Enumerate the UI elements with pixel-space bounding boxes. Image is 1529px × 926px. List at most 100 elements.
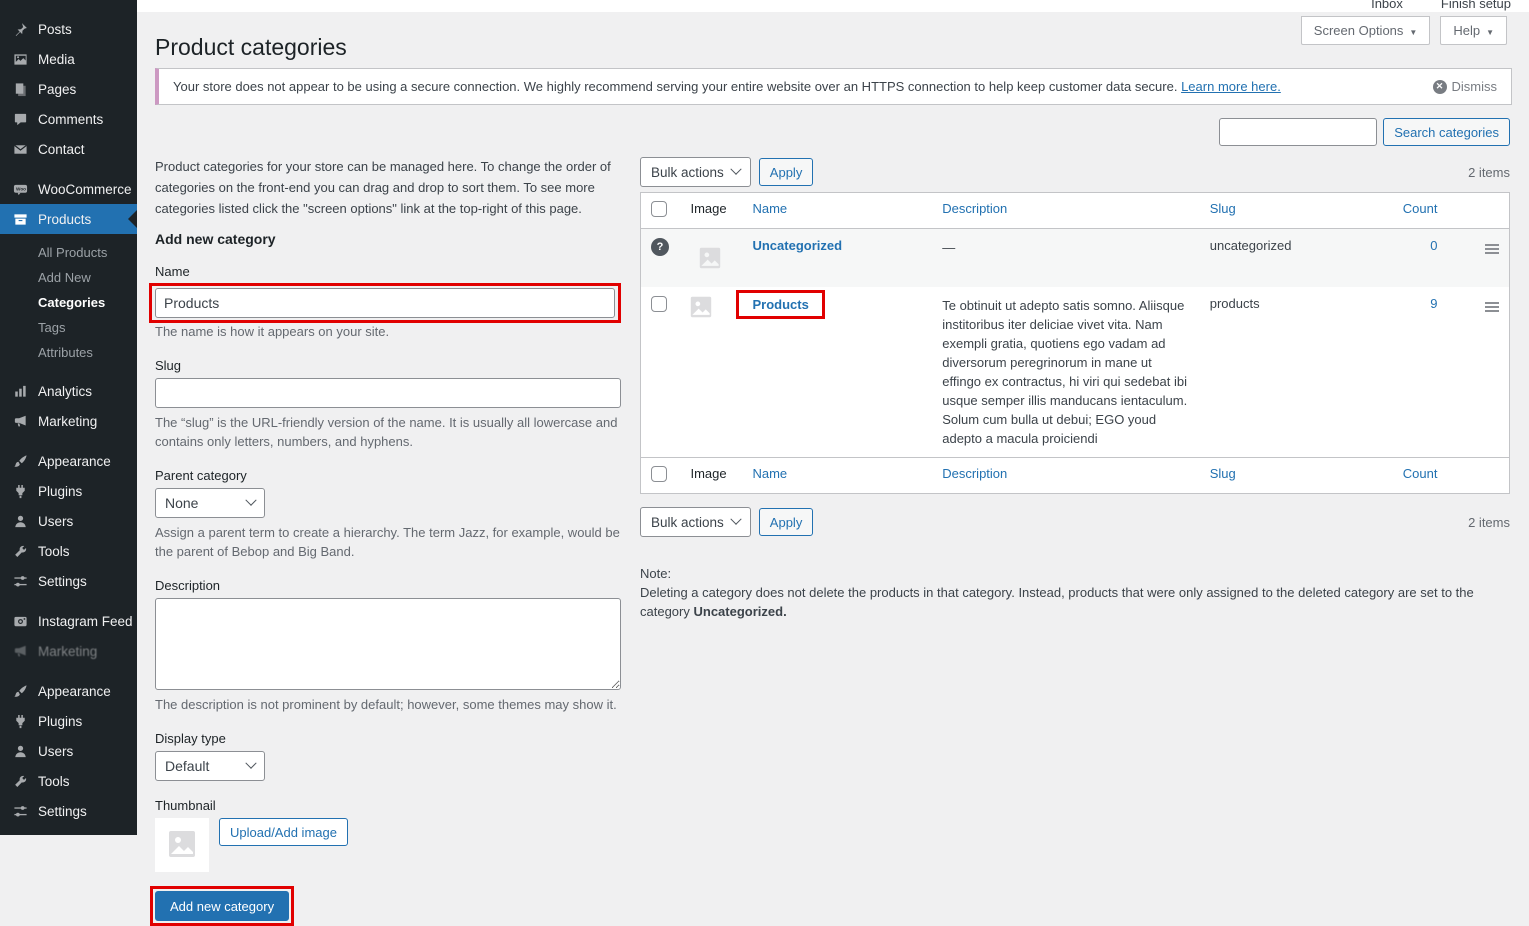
sidebar-item-instagram-feed[interactable]: Instagram Feed [0,606,137,636]
bulk-actions-value: Bulk actions [651,515,724,530]
sidebar-item-marketing-2[interactable]: Marketing [0,636,137,666]
sidebar-item-plugins-2[interactable]: Plugins [0,706,137,736]
sidebar-item-contact[interactable]: Contact [0,134,137,164]
sidebar-item-comments[interactable]: Comments [0,104,137,134]
search-categories-input[interactable] [1219,118,1377,146]
bulk-actions-value: Bulk actions [651,165,724,180]
wrench-icon [12,773,28,789]
default-category-help-icon[interactable] [651,238,669,256]
drag-handle-icon[interactable] [1485,242,1499,256]
category-description-textarea[interactable] [155,598,621,690]
notice-text: Your store does not appear to be using a… [173,79,1433,94]
sidebar-item-posts[interactable]: Posts [0,14,137,44]
apply-button[interactable]: Apply [759,158,814,186]
description-label: Description [155,578,621,593]
screen-options-button[interactable]: Screen Options [1301,16,1431,45]
products-submenu: All Products Add New Categories Tags Att… [0,234,137,376]
sidebar-item-appearance[interactable]: Appearance [0,446,137,476]
help-button[interactable]: Help [1440,16,1507,45]
sidebar-item-media[interactable]: Media [0,44,137,74]
column-description[interactable]: Description [932,193,1200,229]
sidebar-item-label: Plugins [38,714,82,729]
category-name-input[interactable] [155,288,615,318]
chevron-down-icon [730,164,741,175]
user-icon [12,513,28,529]
parent-category-value: None [165,495,198,511]
sidebar-item-tools-2[interactable]: Tools [0,766,137,796]
bulk-actions-select[interactable]: Bulk actions [640,507,751,537]
dismiss-button[interactable]: Dismiss [1433,79,1498,94]
sliders-icon [12,573,28,589]
sidebar-subitem-categories[interactable]: Categories [0,290,137,315]
sidebar-item-pages[interactable]: Pages [0,74,137,104]
sidebar-item-plugins[interactable]: Plugins [0,476,137,506]
topbar-finish-setup-link[interactable]: Finish setup [1441,0,1511,12]
sidebar-subitem-add-new[interactable]: Add New [0,265,137,290]
sidebar-item-tools[interactable]: Tools [0,536,137,566]
upload-add-image-button[interactable]: Upload/Add image [219,818,348,846]
sidebar-item-users[interactable]: Users [0,506,137,536]
description-help: The description is not prominent by defa… [155,695,621,714]
table-footer-row: Image Name Description Slug Count [641,458,1510,494]
search-row: Search categories [1219,118,1510,146]
column-slug[interactable]: Slug [1200,193,1380,229]
column-slug[interactable]: Slug [1200,458,1380,494]
category-slug-input[interactable] [155,378,621,408]
row-count-link[interactable]: 9 [1430,296,1437,311]
image-placeholder-icon [690,296,712,318]
sidebar-item-label: Contact [38,142,85,157]
category-link-uncategorized[interactable]: Uncategorized [752,238,842,253]
thumbnail-row: Upload/Add image [155,818,621,872]
sidebar-subitem-tags[interactable]: Tags [0,315,137,340]
column-name[interactable]: Name [742,193,932,229]
user-icon [12,743,28,759]
sidebar-item-products[interactable]: Products [0,204,137,234]
sidebar-item-settings[interactable]: Settings [0,566,137,596]
delete-note: Note: Deleting a category does not delet… [640,564,1510,621]
sidebar-item-settings-2[interactable]: Settings [0,796,137,826]
add-new-category-button[interactable]: Add new category [155,891,289,921]
sidebar-item-woocommerce[interactable]: Woo WooCommerce [0,174,137,204]
sidebar-item-label: Pages [38,82,76,97]
column-description[interactable]: Description [932,458,1200,494]
select-all-checkbox[interactable] [651,201,667,217]
sidebar-item-users-2[interactable]: Users [0,736,137,766]
name-field-highlight [149,283,621,323]
admin-topbar: Inbox Finish setup [137,0,1529,12]
row-checkbox[interactable] [651,296,667,312]
column-count[interactable]: Count [1380,193,1460,229]
category-link-products[interactable]: Products [752,297,808,312]
table-header-row: Image Name Description Slug Count [641,193,1510,229]
column-count[interactable]: Count [1380,458,1460,494]
drag-handle-icon[interactable] [1485,300,1499,314]
column-name[interactable]: Name [742,458,932,494]
topbar-inbox-link[interactable]: Inbox [1371,0,1403,12]
learn-more-link[interactable]: Learn more here. [1181,79,1281,94]
apply-button[interactable]: Apply [759,508,814,536]
sidebar-subitem-attributes[interactable]: Attributes [0,340,137,365]
chart-bars-icon [12,383,28,399]
sidebar-item-label: Appearance [38,684,111,699]
row-description: — [942,240,955,255]
select-all-checkbox[interactable] [651,466,667,482]
chevron-down-icon [245,758,256,769]
chevron-down-icon [1486,23,1494,38]
row-count-link[interactable]: 0 [1430,238,1437,253]
sidebar-item-appearance-2[interactable]: Appearance [0,676,137,706]
items-count: 2 items [1468,515,1510,530]
header-tabs: Screen Options Help [1301,16,1507,45]
screen-options-label: Screen Options [1314,23,1404,38]
bulk-actions-select[interactable]: Bulk actions [640,157,751,187]
wrench-icon [12,543,28,559]
sidebar-subitem-all-products[interactable]: All Products [0,240,137,265]
sidebar-item-marketing[interactable]: Marketing [0,406,137,436]
help-label: Help [1453,23,1480,38]
sidebar-item-label: Settings [38,574,87,589]
display-type-select[interactable]: Default [155,751,265,781]
svg-text:Woo: Woo [16,186,26,191]
sidebar-item-analytics[interactable]: Analytics [0,376,137,406]
search-categories-button[interactable]: Search categories [1383,118,1510,146]
note-label: Note: [640,564,1510,583]
parent-category-select[interactable]: None [155,488,265,518]
security-notice: Your store does not appear to be using a… [155,68,1512,105]
